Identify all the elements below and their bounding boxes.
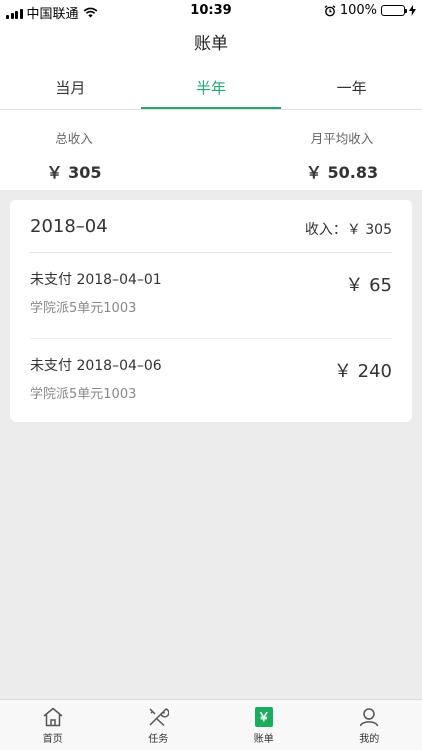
status-bar: 中国联通 10:39 100% — [0, 0, 422, 22]
entry-amount: ￥ 240 — [333, 361, 392, 382]
bill-month: 2018–04 — [30, 216, 108, 237]
page-title: 账单 — [194, 34, 228, 54]
tab-half-year[interactable]: 半年 — [140, 66, 282, 109]
battery-percent: 100% — [339, 3, 377, 18]
income-summary: 总收入 ￥ 305 月平均收入 ￥ 50.83 — [0, 110, 422, 190]
home-icon — [43, 707, 63, 727]
battery-icon — [381, 5, 407, 16]
yuan-icon: ￥ — [254, 707, 273, 727]
month-income: 收入：￥ 305 — [304, 222, 392, 238]
entry-amount: ￥ 65 — [345, 275, 392, 296]
average-income-value: ￥ 50.83 — [305, 163, 379, 182]
nav-bar: 账单 — [0, 22, 422, 66]
tabbar-mine[interactable]: 我的 — [317, 700, 422, 750]
entry-status-date: 未支付 2018–04–06 — [30, 358, 162, 374]
total-income-label: 总收入 — [55, 131, 93, 146]
card-header: 2018–04 收入：￥ 305 — [30, 200, 392, 253]
month-bill-card: 2018–04 收入：￥ 305 未支付 2018–04–01 学院派5单元10… — [10, 200, 412, 422]
total-income: 总收入 ￥ 305 — [4, 128, 144, 183]
average-income-label: 月平均收入 — [310, 131, 374, 146]
tabbar-home-label: 首页 — [42, 734, 63, 745]
entry-address: 学院派5单元1003 — [30, 301, 137, 316]
tabbar-mine-label: 我的 — [359, 734, 380, 745]
tabbar-bills[interactable]: ￥ 账单 — [211, 700, 317, 750]
tabbar-bills-label: 账单 — [253, 734, 274, 745]
bottom-tab-bar: 首页 任务 ￥ 账单 我的 — [0, 699, 422, 750]
tabbar-tasks-label: 任务 — [148, 734, 169, 745]
entry-address: 学院派5单元1003 — [30, 387, 137, 402]
bill-entry[interactable]: 未支付 2018–04–06 学院派5单元1003 ￥ 240 — [30, 338, 392, 424]
tabbar-tasks[interactable]: 任务 — [106, 700, 212, 750]
status-right: 100% — [324, 3, 416, 18]
charging-icon — [409, 5, 416, 16]
user-icon — [360, 708, 379, 727]
monthly-average-income: 月平均收入 ￥ 50.83 — [272, 128, 412, 183]
period-tabs: 当月 半年 一年 — [0, 66, 422, 110]
total-income-value: ￥ 305 — [46, 163, 102, 182]
tabbar-home[interactable]: 首页 — [0, 700, 106, 750]
tab-one-year[interactable]: 一年 — [281, 66, 422, 109]
entry-status-date: 未支付 2018–04–01 — [30, 272, 162, 288]
alarm-icon — [324, 4, 336, 16]
bill-entry[interactable]: 未支付 2018–04–01 学院派5单元1003 ￥ 65 — [30, 253, 392, 338]
tools-icon — [149, 708, 170, 727]
tab-current-month[interactable]: 当月 — [0, 66, 141, 109]
